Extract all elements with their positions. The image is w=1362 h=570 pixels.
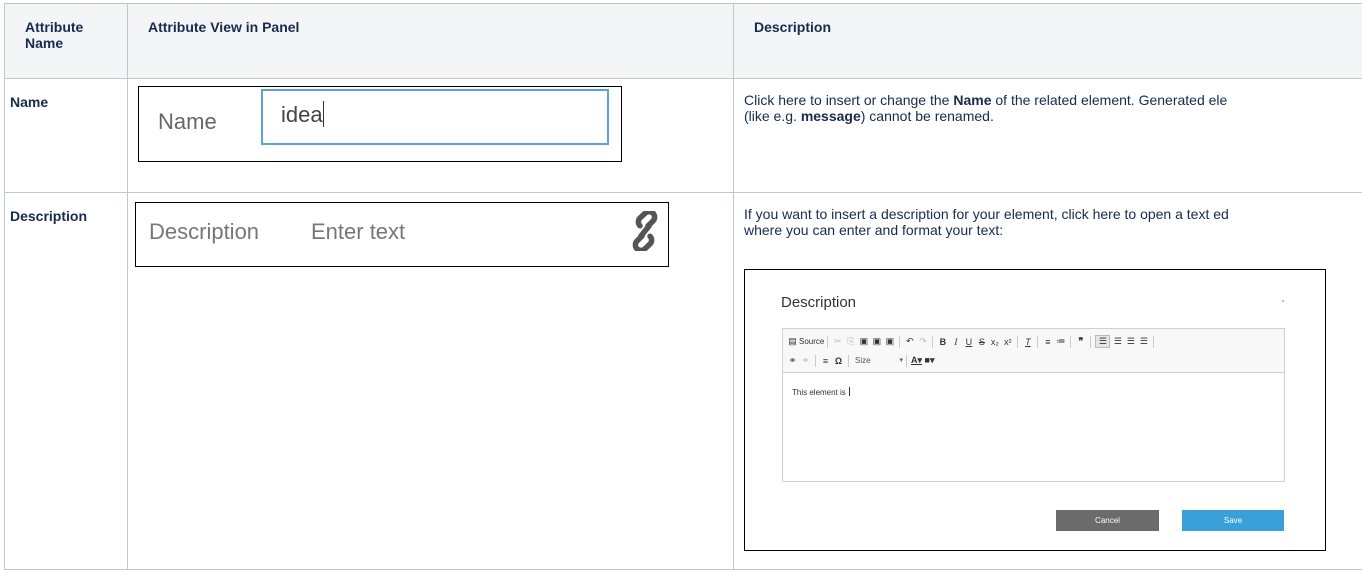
underline-icon[interactable]: U: [963, 337, 974, 347]
editor-toolbar: ▤Source ✂ ⎘ ▣ ▣ ▣ ↶ ↷ B I: [783, 329, 1284, 373]
name-panel-screenshot: Name idea: [138, 86, 622, 162]
description-text: If you want to insert a description for …: [744, 206, 1362, 238]
toolbar-separator: [1090, 336, 1091, 348]
toolbar-separator: [827, 336, 828, 348]
text-run: Click here to insert or change the: [744, 92, 953, 108]
remove-format-icon[interactable]: T: [1022, 337, 1033, 347]
special-character-icon[interactable]: Ω: [833, 356, 844, 366]
align-right-icon[interactable]: ☰: [1125, 336, 1136, 347]
bold-term: Name: [953, 92, 991, 108]
header-attribute-name: Attribute Name: [5, 4, 128, 79]
bold-icon[interactable]: B: [937, 337, 948, 347]
rich-text-editor: ▤Source ✂ ⎘ ▣ ▣ ▣ ↶ ↷ B I: [782, 328, 1285, 482]
name-input-value: idea: [281, 102, 323, 127]
text-editor-screenshot: Description ▤Source ✂ ⎘ ▣ ▣ ▣: [744, 269, 1326, 551]
attribute-name-cell: Name: [5, 79, 128, 193]
toolbar-separator: [932, 336, 933, 348]
bold-term: message: [801, 108, 861, 124]
text-caret: [323, 101, 324, 127]
name-input[interactable]: idea: [261, 89, 609, 145]
description-label: Description: [149, 219, 259, 245]
redo-icon[interactable]: ↷: [917, 336, 928, 347]
table-row: Description Description Enter text If yo…: [5, 193, 1362, 570]
unlink-icon[interactable]: ⚭: [800, 355, 811, 366]
blockquote-icon[interactable]: ❞: [1075, 336, 1086, 347]
toolbar-separator: [1153, 336, 1154, 348]
table-header-row: Attribute Name Attribute View in Panel D…: [5, 4, 1362, 79]
text-run: If you want to insert a description for …: [744, 206, 1229, 238]
horizontal-rule-icon[interactable]: ≡: [820, 356, 831, 366]
header-description: Description: [734, 4, 1362, 79]
description-cell: If you want to insert a description for …: [734, 193, 1362, 570]
subscript-icon[interactable]: x₂: [989, 337, 1000, 347]
source-icon[interactable]: ▤: [787, 336, 798, 347]
text-caret: [849, 387, 850, 396]
cancel-button[interactable]: Cancel: [1056, 510, 1159, 531]
name-label: Name: [158, 109, 217, 135]
align-center-icon[interactable]: ☰: [1112, 336, 1123, 347]
text-run: ) cannot be renamed.: [861, 108, 994, 124]
numbered-list-icon[interactable]: ≡: [1042, 337, 1053, 347]
toolbar-separator: [1017, 336, 1018, 348]
editor-content[interactable]: This element is: [783, 373, 1284, 411]
link-icon[interactable]: [628, 211, 662, 251]
copy-icon[interactable]: ⎘: [845, 336, 856, 347]
align-left-icon[interactable]: ☰: [1095, 335, 1110, 348]
description-placeholder[interactable]: Enter text: [311, 219, 405, 245]
strikethrough-icon[interactable]: S: [976, 337, 987, 347]
cut-icon[interactable]: ✂: [832, 336, 843, 347]
attribute-table: Attribute Name Attribute View in Panel D…: [4, 3, 1362, 570]
editor-body-text: This element is: [792, 388, 846, 397]
paste-word-icon[interactable]: ▣: [884, 336, 895, 347]
link-icon[interactable]: ⚭: [787, 355, 798, 366]
font-size-dropdown[interactable]: Size: [855, 356, 903, 365]
editor-title: Description: [781, 294, 856, 311]
source-button[interactable]: Source: [799, 337, 824, 346]
toolbar-separator: [1070, 336, 1071, 348]
attribute-view-cell: Description Enter text: [128, 193, 734, 570]
toolbar-separator: [906, 355, 907, 367]
undo-icon[interactable]: ↶: [904, 336, 915, 347]
close-icon[interactable]: [1282, 300, 1284, 302]
description-cell: Click here to insert or change the Name …: [734, 79, 1362, 193]
description-panel-screenshot: Description Enter text: [135, 202, 669, 267]
paste-icon[interactable]: ▣: [858, 336, 869, 347]
save-button[interactable]: Save: [1182, 510, 1284, 531]
align-justify-icon[interactable]: ☰: [1138, 336, 1149, 347]
bulleted-list-icon[interactable]: ≔: [1055, 336, 1066, 347]
attribute-view-cell: Name idea: [128, 79, 734, 193]
toolbar-separator: [1037, 336, 1038, 348]
text-color-icon[interactable]: A▾: [911, 355, 922, 366]
italic-icon[interactable]: I: [950, 337, 961, 347]
attribute-name-cell: Description: [5, 193, 128, 570]
header-attribute-view: Attribute View in Panel: [128, 4, 734, 79]
toolbar-separator: [815, 355, 816, 367]
superscript-icon[interactable]: x²: [1002, 337, 1013, 347]
toolbar-separator: [848, 355, 849, 367]
toolbar-separator: [899, 336, 900, 348]
paste-text-icon[interactable]: ▣: [871, 336, 882, 347]
background-color-icon[interactable]: ■▾: [924, 355, 935, 366]
description-text: Click here to insert or change the Name …: [744, 92, 1362, 124]
table-row: Name Name idea Click here to insert or c…: [5, 79, 1362, 193]
